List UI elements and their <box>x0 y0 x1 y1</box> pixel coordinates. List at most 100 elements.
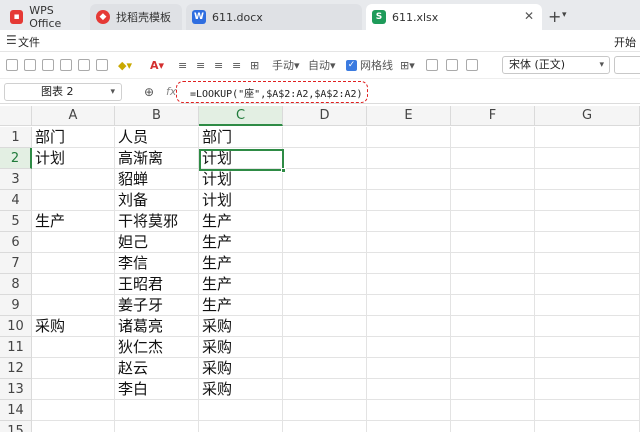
row-header[interactable]: 3 <box>0 169 32 190</box>
row-header[interactable]: 10 <box>0 316 32 337</box>
cell-b9[interactable]: 姜子牙 <box>115 295 199 316</box>
cell-g10[interactable] <box>535 316 640 337</box>
italic-icon[interactable] <box>78 57 90 73</box>
cell-d9[interactable] <box>283 295 367 316</box>
cell-a13[interactable] <box>32 379 115 400</box>
menu-start[interactable]: 开始 <box>614 34 636 50</box>
column-header[interactable]: C <box>199 106 283 126</box>
cell-c8[interactable]: 生产 <box>199 274 283 295</box>
cell-d3[interactable] <box>283 169 367 190</box>
cell-a6[interactable] <box>32 232 115 253</box>
cell-d2[interactable] <box>283 148 367 169</box>
cell-g13[interactable] <box>535 379 640 400</box>
cell-c15[interactable] <box>199 421 283 432</box>
cell-b7[interactable]: 李信 <box>115 253 199 274</box>
tab-wps-office[interactable]: ▪ WPS Office <box>4 4 86 30</box>
tab-docx[interactable]: W 611.docx <box>186 4 362 30</box>
cell-e13[interactable] <box>367 379 451 400</box>
cell-e12[interactable] <box>367 358 451 379</box>
cell-e4[interactable] <box>367 190 451 211</box>
cell-a3[interactable] <box>32 169 115 190</box>
cell-b1[interactable]: 人员 <box>115 127 199 148</box>
cell-a10[interactable]: 采购 <box>32 316 115 337</box>
cell-b15[interactable] <box>115 421 199 432</box>
paste-icon[interactable] <box>6 57 18 73</box>
cell-e10[interactable] <box>367 316 451 337</box>
cell-d7[interactable] <box>283 253 367 274</box>
name-box[interactable]: 图表 2 ▾ <box>4 83 122 101</box>
cell-g11[interactable] <box>535 337 640 358</box>
cell-c13[interactable]: 采购 <box>199 379 283 400</box>
column-header[interactable]: D <box>283 106 367 126</box>
cell-a4[interactable] <box>32 190 115 211</box>
cell-a15[interactable] <box>32 421 115 432</box>
cell-d1[interactable] <box>283 127 367 148</box>
hamburger-menu-icon[interactable]: ☰ <box>6 33 17 47</box>
cell-f10[interactable] <box>451 316 535 337</box>
fx-icon[interactable]: fx <box>166 85 176 98</box>
cell-a8[interactable] <box>32 274 115 295</box>
cell-c14[interactable] <box>199 400 283 421</box>
cell-e8[interactable] <box>367 274 451 295</box>
cell-b11[interactable]: 狄仁杰 <box>115 337 199 358</box>
gridlines-toggle[interactable]: ✓ 网格线 <box>346 57 393 73</box>
formula-input[interactable]: =LOOKUP("座",$A$2:A2,$A$2:A2) <box>190 85 363 100</box>
cut-icon[interactable] <box>24 57 36 73</box>
cell-f13[interactable] <box>451 379 535 400</box>
merge-icon[interactable]: ⊞ <box>250 57 259 73</box>
cell-e5[interactable] <box>367 211 451 232</box>
row-header[interactable]: 6 <box>0 232 32 253</box>
cell-c1[interactable]: 部门 <box>199 127 283 148</box>
cell-e2[interactable] <box>367 148 451 169</box>
cell-a7[interactable] <box>32 253 115 274</box>
font-size-select[interactable] <box>614 56 640 74</box>
cell-b10[interactable]: 诸葛亮 <box>115 316 199 337</box>
cell-f7[interactable] <box>451 253 535 274</box>
tab-template[interactable]: ◆ 找稻壳模板 <box>90 4 182 30</box>
cell-c3[interactable]: 计划 <box>199 169 283 190</box>
cell-e6[interactable] <box>367 232 451 253</box>
column-header[interactable]: G <box>535 106 640 126</box>
cell-a9[interactable] <box>32 295 115 316</box>
border-icon[interactable] <box>96 57 108 73</box>
cell-c2[interactable]: 计划 <box>199 148 283 169</box>
cell-f5[interactable] <box>451 211 535 232</box>
row-header[interactable]: 8 <box>0 274 32 295</box>
menu-file[interactable]: 文件 <box>18 34 40 50</box>
cell-c7[interactable]: 生产 <box>199 253 283 274</box>
cell-c9[interactable]: 生产 <box>199 295 283 316</box>
bold-icon[interactable] <box>60 57 72 73</box>
column-header[interactable]: B <box>115 106 199 126</box>
cell-g6[interactable] <box>535 232 640 253</box>
column-header[interactable]: E <box>367 106 451 126</box>
column-header[interactable]: A <box>32 106 115 126</box>
cell-g14[interactable] <box>535 400 640 421</box>
cell-e7[interactable] <box>367 253 451 274</box>
tab-xlsx[interactable]: S 611.xlsx ✕ <box>366 4 542 30</box>
cell-g7[interactable] <box>535 253 640 274</box>
cell-c4[interactable]: 计划 <box>199 190 283 211</box>
cell-b2[interactable]: 高渐离 <box>115 148 199 169</box>
row-header[interactable]: 11 <box>0 337 32 358</box>
cell-g4[interactable] <box>535 190 640 211</box>
format-painter-icon[interactable] <box>42 57 54 73</box>
cell-f8[interactable] <box>451 274 535 295</box>
row-header[interactable]: 5 <box>0 211 32 232</box>
wrap-icon[interactable]: ≡ <box>232 57 241 73</box>
select-all-corner[interactable] <box>0 106 32 126</box>
cell-c12[interactable]: 采购 <box>199 358 283 379</box>
cell-d8[interactable] <box>283 274 367 295</box>
cell-a14[interactable] <box>32 400 115 421</box>
cell-b14[interactable] <box>115 400 199 421</box>
cell-c6[interactable]: 生产 <box>199 232 283 253</box>
row-header[interactable]: 7 <box>0 253 32 274</box>
freeze-icon[interactable] <box>426 57 438 73</box>
cell-f1[interactable] <box>451 127 535 148</box>
fill-color-icon[interactable]: ◆▾ <box>118 57 132 73</box>
row-header[interactable]: 4 <box>0 190 32 211</box>
cell-e11[interactable] <box>367 337 451 358</box>
cell-e1[interactable] <box>367 127 451 148</box>
cell-f15[interactable] <box>451 421 535 432</box>
cell-d11[interactable] <box>283 337 367 358</box>
cell-e3[interactable] <box>367 169 451 190</box>
